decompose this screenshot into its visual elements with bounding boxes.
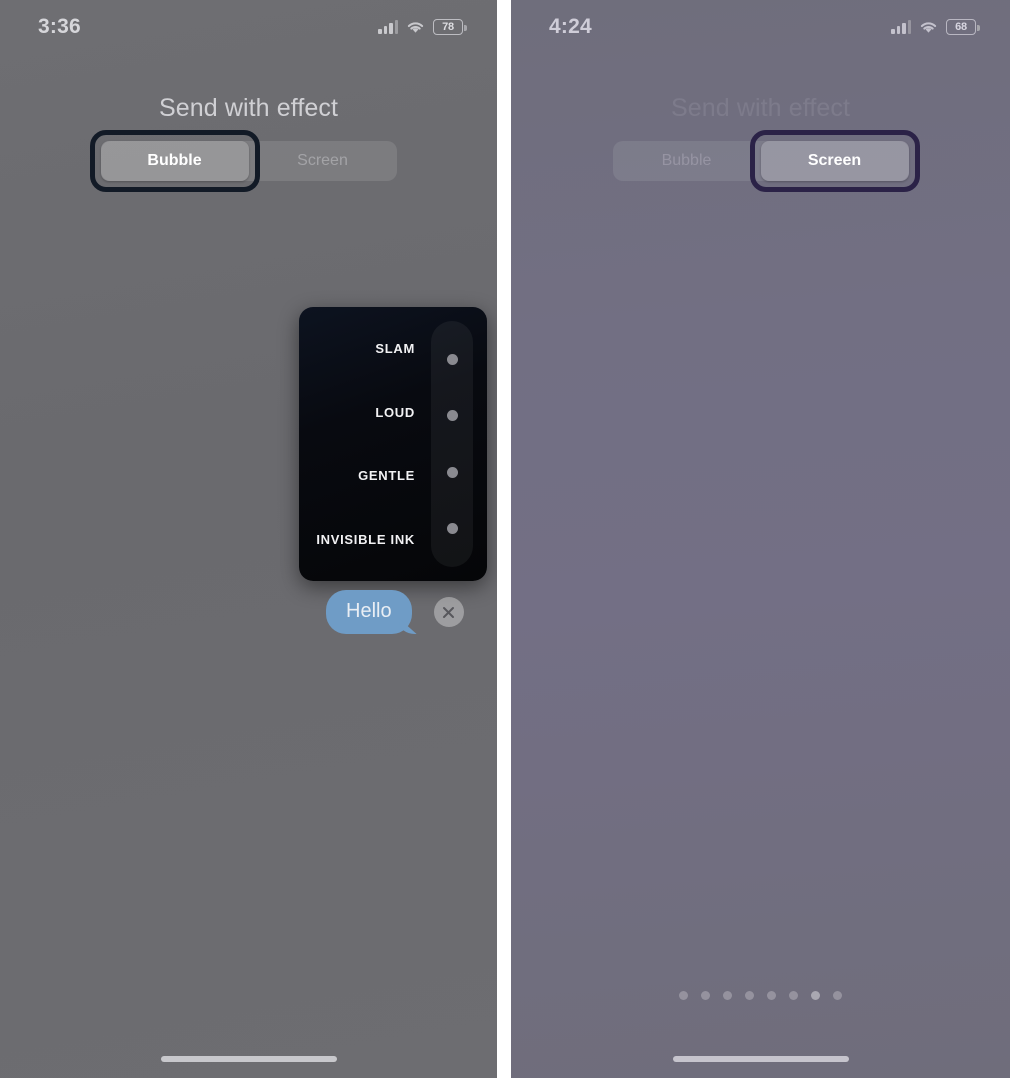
tab-bubble[interactable]: Bubble (89, 130, 260, 192)
close-icon[interactable] (433, 597, 464, 627)
cellular-signal-icon (378, 20, 398, 34)
home-indicator[interactable] (160, 1056, 337, 1062)
page-title: Send with effect (158, 94, 339, 122)
effect-option-loud[interactable]: LOUD (299, 405, 427, 420)
effect-radio-gentle[interactable] (446, 466, 458, 478)
status-time: 4:24 (549, 15, 592, 38)
wifi-icon (919, 20, 938, 34)
effect-radio-loud[interactable] (446, 410, 458, 422)
status-bar: 3:36 78 (0, 0, 497, 54)
page-dot[interactable] (701, 991, 710, 1000)
effect-option-slam[interactable]: SLAM (299, 341, 427, 356)
bubble-effects-list: SLAM LOUD GENTLE INVISIBLE INK (299, 307, 427, 581)
wifi-icon (406, 20, 425, 34)
effect-radio-invisible-ink[interactable] (446, 523, 458, 535)
tab-bubble[interactable]: Bubble (613, 141, 761, 181)
tab-screen-label: Screen (807, 152, 862, 169)
message-bubble: Hello (326, 590, 412, 634)
tab-bubble-label: Bubble (147, 152, 202, 169)
page-dot[interactable] (789, 991, 798, 1000)
status-indicators: 78 (378, 19, 467, 35)
battery-icon: 78 (433, 19, 467, 35)
tab-screen[interactable]: Screen (249, 141, 397, 181)
page-dot[interactable] (833, 991, 842, 1000)
battery-level: 68 (955, 21, 967, 33)
effect-radio-slam[interactable] (446, 353, 458, 365)
effect-type-segmented-control[interactable]: Bubble Screen (612, 130, 920, 192)
page-dot[interactable] (679, 991, 688, 1000)
page-dot[interactable] (767, 991, 776, 1000)
battery-icon: 68 (946, 19, 980, 35)
home-indicator[interactable] (672, 1056, 849, 1062)
effect-option-invisible-ink[interactable]: INVISIBLE INK (299, 532, 427, 547)
bubble-effects-menu[interactable]: SLAM LOUD GENTLE INVISIBLE INK (299, 307, 487, 581)
cellular-signal-icon (891, 20, 911, 34)
panel-divider (497, 0, 511, 1078)
tab-bubble-label: Bubble (661, 152, 712, 169)
phone-panel-bubble: 3:36 78 Send with effect Bubble Screen S… (0, 0, 497, 1078)
page-title: Send with effect (670, 94, 851, 122)
page-dot[interactable] (745, 991, 754, 1000)
effect-selector-track[interactable] (431, 321, 473, 567)
phone-panel-screen: 4:24 68 Send with effect Bubble Screen (511, 0, 1010, 1078)
effect-option-gentle[interactable]: GENTLE (299, 468, 427, 483)
message-preview-row: Hello (326, 590, 464, 634)
battery-level: 78 (442, 21, 454, 33)
page-indicator-dots[interactable] (511, 991, 1010, 1000)
status-bar: 4:24 68 (511, 0, 1010, 54)
effect-type-segmented-control[interactable]: Bubble Screen (89, 130, 397, 192)
status-indicators: 68 (891, 19, 980, 35)
tab-screen-label: Screen (297, 152, 348, 169)
tab-screen[interactable]: Screen (749, 130, 920, 192)
page-dot[interactable] (811, 991, 820, 1000)
page-dot[interactable] (723, 991, 732, 1000)
screenshot-stage: 3:36 78 Send with effect Bubble Screen S… (0, 0, 1010, 1078)
status-time: 3:36 (38, 15, 81, 38)
